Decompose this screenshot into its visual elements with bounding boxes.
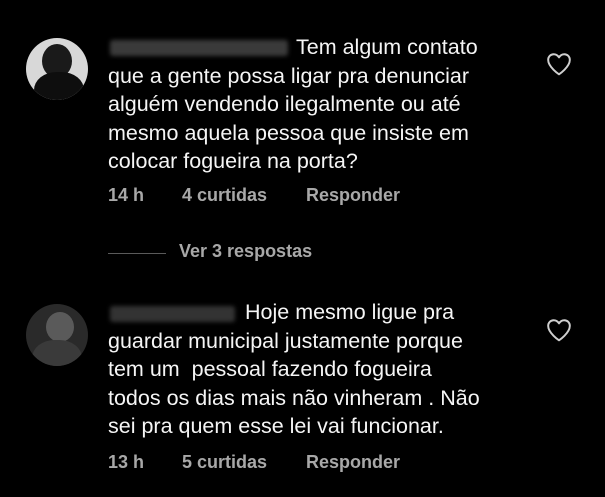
- comment-time: 13 h: [108, 452, 145, 472]
- avatar[interactable]: [26, 38, 88, 100]
- heart-outline-icon[interactable]: [546, 52, 572, 76]
- avatar[interactable]: [26, 304, 88, 366]
- reply-button[interactable]: Responder: [306, 452, 400, 473]
- likes-count[interactable]: 5 curtidas: [182, 452, 267, 473]
- heart-outline-icon[interactable]: [546, 318, 572, 342]
- comment-time: 14 h: [108, 185, 145, 205]
- view-replies-label[interactable]: Ver 3 respostas: [179, 241, 312, 262]
- replies-divider: [108, 253, 166, 254]
- reply-button[interactable]: Responder: [306, 185, 400, 206]
- comment-text: Hoje mesmo ligue pra guardar municipal j…: [108, 300, 480, 439]
- comment-text: Tem algum contato que a gente possa liga…: [108, 35, 478, 174]
- likes-count[interactable]: 4 curtidas: [182, 185, 267, 206]
